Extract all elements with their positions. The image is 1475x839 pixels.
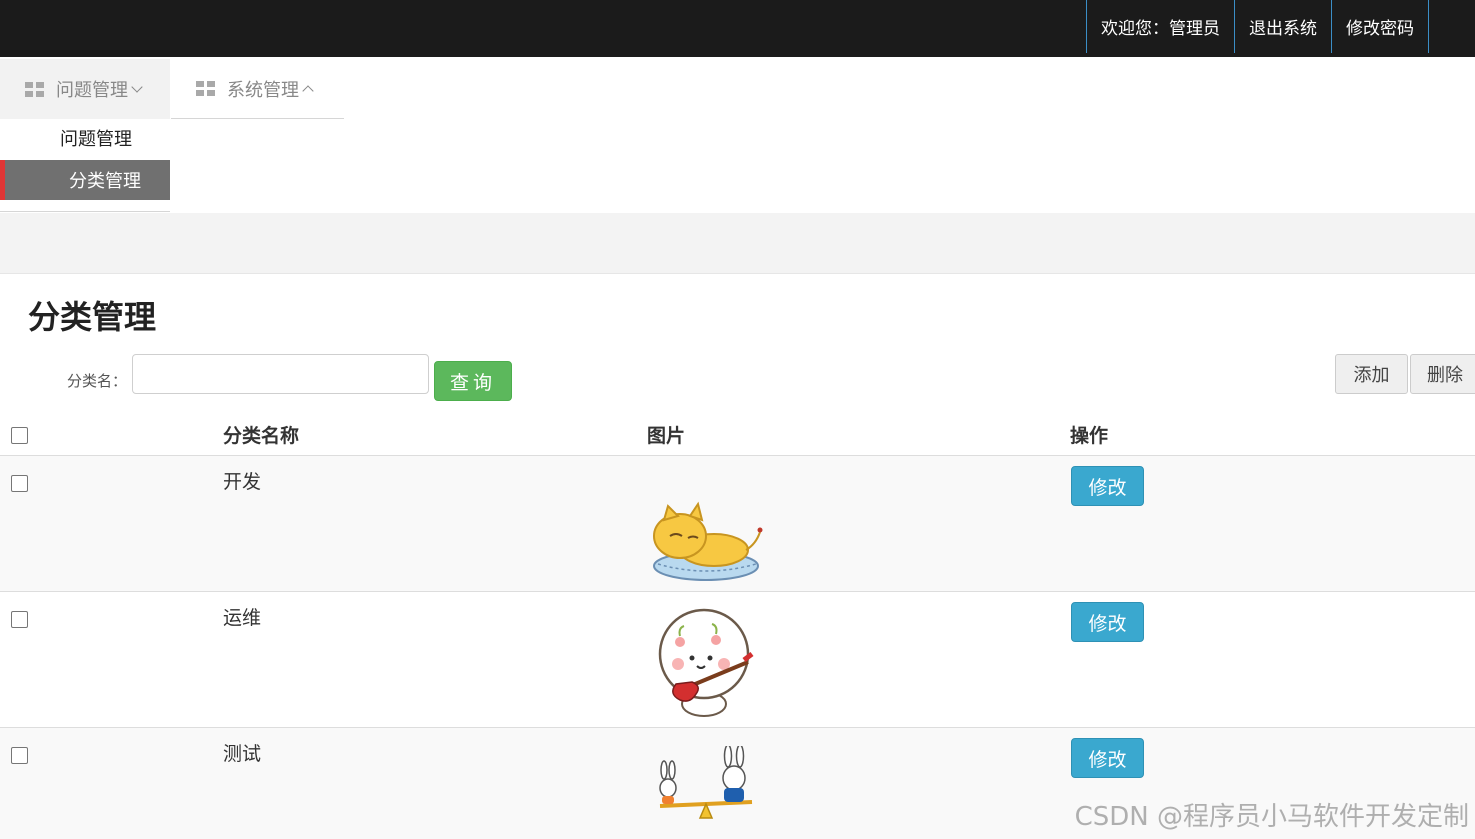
category-name: 开发 <box>223 471 262 493</box>
select-all-checkbox[interactable] <box>11 427 28 444</box>
edit-button[interactable]: 修改 <box>1071 602 1144 642</box>
menu-tab-system-management[interactable]: 系统管理 <box>171 59 344 119</box>
delete-button[interactable]: 删除 <box>1410 354 1475 394</box>
column-header-image: 图片 <box>647 425 686 447</box>
column-header-name: 分类名称 <box>223 425 300 447</box>
submenu-divider <box>0 211 170 212</box>
welcome-user-text: 欢迎您：管理员 <box>1086 0 1234 53</box>
logout-link[interactable]: 退出系统 <box>1234 0 1331 53</box>
table-header: 分类名称 图片 操作 <box>0 412 1475 456</box>
search-label: 分类名： <box>67 372 128 390</box>
column-header-actions: 操作 <box>1070 425 1109 447</box>
top-links: 欢迎您：管理员 退出系统 修改密码 <box>1086 0 1429 53</box>
table-row: 运维 修改 <box>0 592 1475 728</box>
menu-tab-question-management[interactable]: 问题管理 <box>0 59 170 119</box>
bunnies-seesaw-sticker <box>659 746 753 819</box>
submenu-item-question-management[interactable]: 问题管理 <box>0 118 170 158</box>
menu-tab-label: 问题管理 <box>56 80 128 101</box>
edit-button[interactable]: 修改 <box>1071 466 1144 506</box>
lying-cat-sticker <box>653 501 763 581</box>
table-row: 开发 修改 <box>0 456 1475 592</box>
row-checkbox[interactable] <box>11 747 28 764</box>
breadcrumb-bar <box>0 213 1475 274</box>
submenu-item-category-management[interactable]: 分类管理 <box>0 160 170 200</box>
edit-button[interactable]: 修改 <box>1071 738 1144 778</box>
grid-icon <box>25 81 44 97</box>
change-password-link[interactable]: 修改密码 <box>1331 0 1429 53</box>
row-checkbox[interactable] <box>11 475 28 492</box>
page-title: 分类管理 <box>28 298 157 336</box>
category-name: 测试 <box>223 743 262 765</box>
row-checkbox[interactable] <box>11 611 28 628</box>
add-button[interactable]: 添加 <box>1335 354 1408 394</box>
guitar-bun-sticker <box>658 608 754 717</box>
chevron-up-icon <box>302 84 314 97</box>
chevron-down-icon <box>131 80 143 93</box>
category-name: 运维 <box>223 607 262 629</box>
watermark: CSDN @程序员小马软件开发定制 <box>1074 802 1469 832</box>
menu-tab-label: 系统管理 <box>227 79 299 101</box>
top-navbar: 欢迎您：管理员 退出系统 修改密码 <box>0 0 1475 57</box>
grid-icon <box>196 81 215 96</box>
query-button[interactable]: 查询 <box>434 361 512 401</box>
category-name-input[interactable] <box>132 354 429 394</box>
